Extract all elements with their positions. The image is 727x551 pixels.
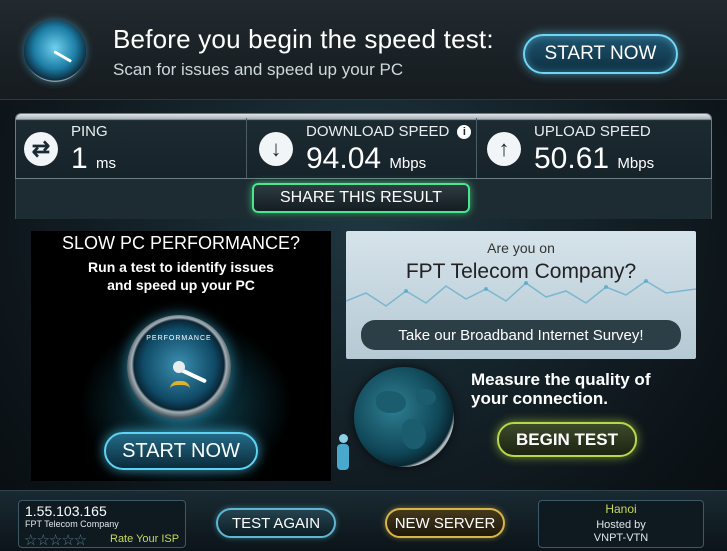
download-arrow-icon: ↓ bbox=[259, 132, 293, 166]
ad-start-now-button[interactable]: START NOW bbox=[104, 432, 258, 470]
server-city: Hanoi bbox=[605, 502, 637, 516]
share-result-button[interactable]: SHARE THIS RESULT bbox=[252, 183, 470, 213]
banner-title: Before you begin the speed test: bbox=[113, 24, 494, 54]
isp-survey-panel: Are you on FPT Telecom Company? Take our… bbox=[346, 231, 696, 359]
download-value: 94.04 Mbps bbox=[306, 142, 427, 175]
results-bar: ⇄ PING 1 ms ↓ DOWNLOAD SPEED i 94.04 Mbps… bbox=[15, 113, 712, 179]
ping-result: ⇄ PING 1 ms bbox=[16, 118, 246, 176]
info-icon[interactable]: i bbox=[457, 125, 472, 139]
banner-subtitle: Scan for issues and speed up your PC bbox=[113, 60, 404, 79]
rate-isp-link[interactable]: Rate Your ISP bbox=[110, 533, 179, 545]
download-unit: Mbps bbox=[389, 155, 427, 172]
upload-result: ↑ UPLOAD SPEED 50.61 Mbps bbox=[479, 118, 709, 176]
measure-quality-text: Measure the quality of your connection. bbox=[471, 370, 651, 408]
rating-stars[interactable]: ☆☆☆☆☆ bbox=[24, 531, 87, 549]
performance-gauge-icon: PERFORMANCE bbox=[127, 315, 231, 419]
download-result: ↓ DOWNLOAD SPEED i 94.04 Mbps bbox=[251, 118, 476, 176]
ad-text: Run a test to identify issues and speed … bbox=[88, 259, 274, 293]
ping-label: PING bbox=[71, 123, 108, 140]
pc-performance-ad[interactable]: SLOW PC PERFORMANCE? Run a test to ident… bbox=[31, 231, 331, 481]
upload-label: UPLOAD SPEED bbox=[534, 123, 651, 140]
download-label: DOWNLOAD SPEED i bbox=[306, 123, 472, 140]
ip-address: 1.55.103.165 bbox=[25, 503, 107, 519]
ping-value: 1 ms bbox=[71, 142, 117, 175]
isp-name: FPT Telecom Company bbox=[25, 519, 119, 529]
ad-title: SLOW PC PERFORMANCE? bbox=[61, 233, 301, 253]
ping-unit: ms bbox=[96, 155, 117, 172]
ping-arrows-icon: ⇄ bbox=[24, 132, 58, 166]
globe-icon bbox=[354, 367, 454, 467]
new-server-button[interactable]: NEW SERVER bbox=[385, 508, 505, 538]
survey-question-line1: Are you on bbox=[487, 240, 555, 256]
survey-button[interactable]: Take our Broadband Internet Survey! bbox=[361, 320, 681, 350]
upload-arrow-icon: ↑ bbox=[487, 132, 521, 166]
survey-question-isp: FPT Telecom Company? bbox=[405, 260, 637, 283]
test-again-button[interactable]: TEST AGAIN bbox=[216, 508, 336, 538]
person-icon bbox=[334, 434, 352, 474]
upload-unit: Mbps bbox=[617, 155, 655, 172]
promo-banner: Before you begin the speed test: Scan fo… bbox=[0, 0, 727, 100]
performance-gauge-icon bbox=[24, 20, 86, 82]
server-host: Hosted by VNPT-VTN bbox=[593, 519, 649, 544]
upload-value: 50.61 Mbps bbox=[534, 142, 655, 175]
begin-test-button[interactable]: BEGIN TEST bbox=[497, 422, 637, 457]
start-now-button[interactable]: START NOW bbox=[523, 34, 678, 74]
